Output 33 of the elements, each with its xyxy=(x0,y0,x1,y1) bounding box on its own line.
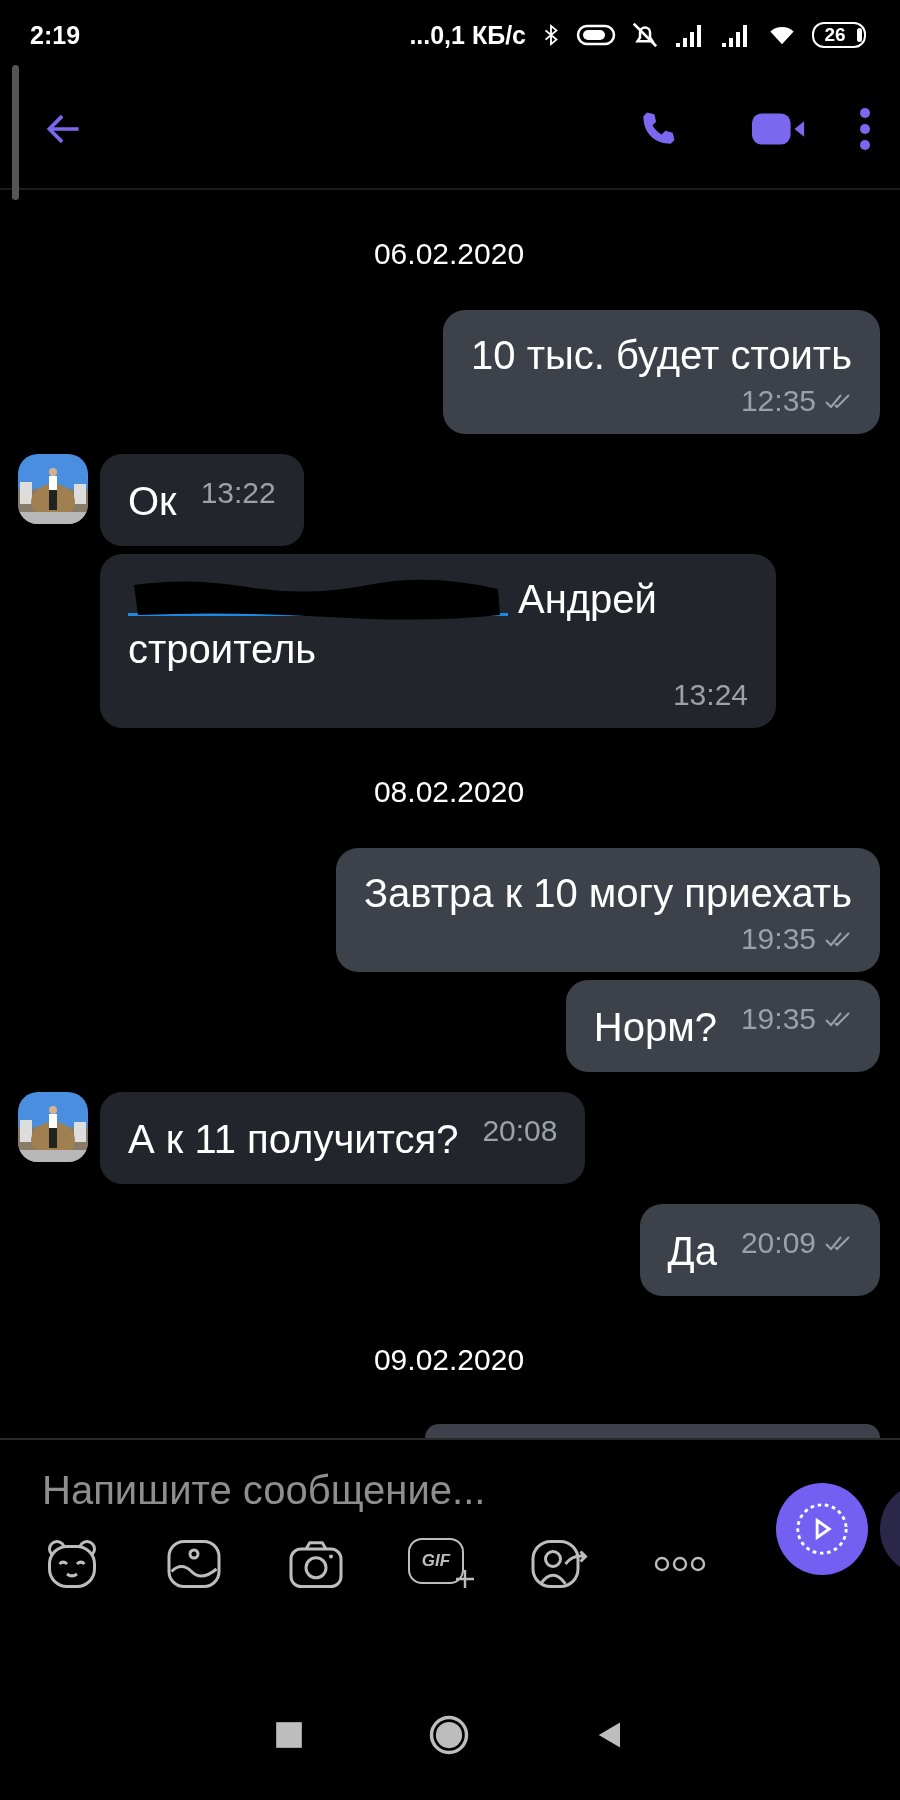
more-icon xyxy=(652,1554,708,1574)
message-text: А к 11 получится? xyxy=(128,1116,459,1163)
recents-button[interactable] xyxy=(275,1721,303,1749)
message-text: 10 тыс. будет стоить xyxy=(471,332,852,379)
gif-button[interactable]: GIF xyxy=(408,1538,464,1584)
clock: 2:19 xyxy=(30,20,81,50)
network-speed: ...0,1 КБ/с xyxy=(409,20,526,50)
message-time: 13:22 xyxy=(200,476,276,510)
more-button[interactable] xyxy=(652,1554,708,1574)
message-text: Да xyxy=(667,1228,717,1275)
message-input[interactable]: Напишите сообщение... xyxy=(42,1460,602,1520)
home-button[interactable] xyxy=(428,1714,470,1756)
circle-icon xyxy=(428,1714,470,1756)
message-text: Завтра к 10 могу приехать xyxy=(363,870,852,917)
message-time: 19:35 xyxy=(740,922,816,956)
message-time: 13:24 xyxy=(672,678,748,712)
date-divider: 09.02.2020 xyxy=(373,1342,525,1378)
play-icon xyxy=(793,1500,851,1558)
message-time: 19:35 xyxy=(740,1002,816,1036)
more-icon xyxy=(858,107,872,151)
menu-button[interactable] xyxy=(858,107,872,151)
square-icon xyxy=(275,1721,303,1749)
plus-icon xyxy=(454,1568,476,1590)
message-text: Андрей строитель xyxy=(128,576,658,673)
message-time: 12:35 xyxy=(740,384,816,418)
muted-bell-icon xyxy=(630,20,660,50)
message-time: 20:09 xyxy=(740,1226,816,1260)
message-text: Ок xyxy=(128,478,177,525)
date-divider: 08.02.2020 xyxy=(373,774,525,810)
message-text: Норм? xyxy=(593,1004,717,1051)
battery-level: 26 xyxy=(812,22,866,48)
message-time: 20:08 xyxy=(482,1114,558,1148)
date-divider: 06.02.2020 xyxy=(373,236,525,272)
